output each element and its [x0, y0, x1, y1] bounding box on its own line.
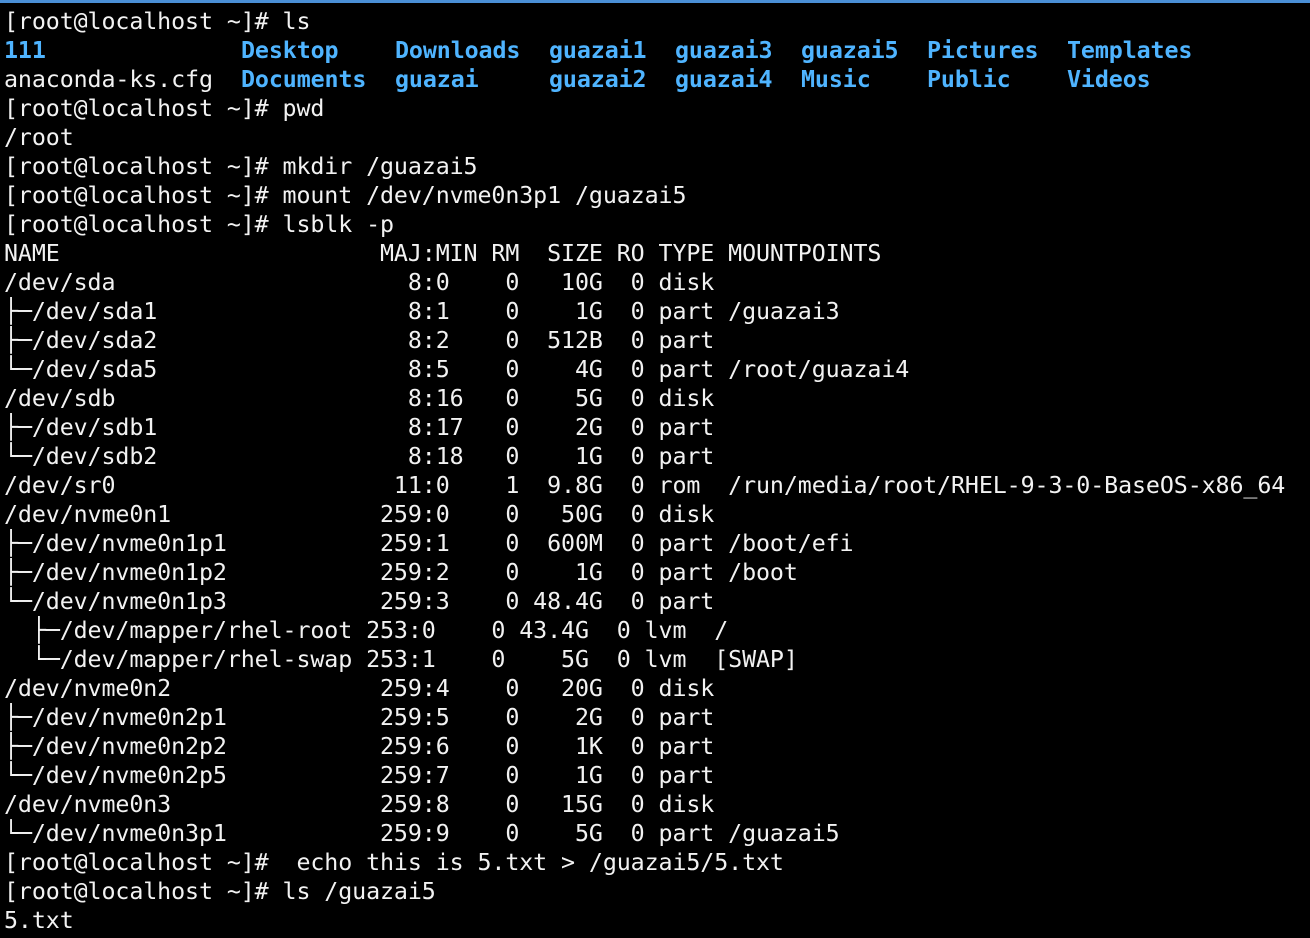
ls-entry-directory: guazai4 [675, 66, 773, 93]
ls-entry-directory: guazai2 [549, 66, 647, 93]
lsblk-row: /dev/sdb 8:16 0 5G 0 disk [4, 385, 729, 412]
lsblk-row: └─/dev/nvme0n1p3 259:3 0 48.4G 0 part [4, 588, 729, 615]
ls-output-row: 111 Desktop Downloads guazai1 guazai3 gu… [4, 36, 1310, 65]
shell-prompt: [root@localhost ~]# [4, 8, 269, 35]
command-line: [root@localhost ~]# pwd [4, 94, 1310, 123]
ls-entry-directory: guazai3 [675, 37, 773, 64]
lsblk-row: └─/dev/mapper/rhel-swap 253:1 0 5G 0 lvm… [4, 646, 798, 673]
ls-entry-directory: Desktop [241, 37, 339, 64]
shell-prompt: [root@localhost ~]# [4, 211, 269, 238]
lsblk-row: /dev/sda 8:0 0 10G 0 disk [4, 269, 729, 296]
command-line: [root@localhost ~]# echo this is 5.txt >… [4, 848, 1310, 877]
lsblk-output: NAME MAJ:MIN RM SIZE RO TYPE MOUNTPOINTS… [4, 239, 1310, 848]
lsblk-row: └─/dev/sdb2 8:18 0 1G 0 part [4, 443, 729, 470]
ls-entry-directory: Documents [241, 66, 367, 93]
command-line: [root@localhost ~]# ls /guazai5 [4, 877, 1310, 906]
shell-prompt: [root@localhost ~]# [4, 153, 269, 180]
ls-entry-directory: Templates [1067, 37, 1193, 64]
pwd-output: /root [4, 124, 74, 151]
lsblk-row: ├─/dev/sda1 8:1 0 1G 0 part /guazai3 [4, 298, 840, 325]
command-line: [root@localhost ~]# mount /dev/nvme0n3p1… [4, 181, 1310, 210]
command-text: pwd [268, 95, 325, 122]
command-line: [root@localhost ~]# lsblk -p [4, 210, 1310, 239]
ls-entry-directory: guazai [395, 66, 479, 93]
ls-entry-directory: Music [801, 66, 871, 93]
ls-entry-directory: 111 [4, 37, 46, 64]
ls-entry-directory: guazai5 [801, 37, 899, 64]
lsblk-row: └─/dev/nvme0n2p5 259:7 0 1G 0 part [4, 762, 729, 789]
ls-entry-directory: Downloads [395, 37, 521, 64]
lsblk-row: /dev/sr0 11:0 1 9.8G 0 rom /run/media/ro… [4, 472, 1286, 499]
ls-entry-directory: Public [927, 66, 1011, 93]
ls-entry-directory: Pictures [927, 37, 1039, 64]
ls-entry-file: anaconda-ks.cfg [4, 66, 213, 93]
lsblk-row: └─/dev/nvme0n3p1 259:9 0 5G 0 part /guaz… [4, 820, 840, 847]
command-line: [root@localhost ~]# ls [4, 7, 1310, 36]
command-text: lsblk -p [268, 211, 395, 238]
command-text: ls /guazai5 [268, 878, 436, 905]
shell-prompt: [root@localhost ~]# [4, 95, 269, 122]
command-text: echo this is 5.txt > /guazai5/5.txt [268, 849, 784, 876]
ls-entry-directory: guazai1 [549, 37, 647, 64]
lsblk-row: └─/dev/sda5 8:5 0 4G 0 part /root/guazai… [4, 356, 910, 383]
command-text: ls [268, 8, 311, 35]
lsblk-row: ├─/dev/sda2 8:2 0 512B 0 part [4, 327, 729, 354]
shell-prompt: [root@localhost ~]# [4, 182, 269, 209]
lsblk-row: ├─/dev/nvme0n1p2 259:2 0 1G 0 part /boot [4, 559, 798, 586]
lsblk-row: /dev/nvme0n3 259:8 0 15G 0 disk [4, 791, 729, 818]
lsblk-row: /dev/nvme0n2 259:4 0 20G 0 disk [4, 675, 729, 702]
lsblk-row: ├─/dev/nvme0n2p2 259:6 0 1K 0 part [4, 733, 729, 760]
command-text: mount /dev/nvme0n3p1 /guazai5 [268, 182, 687, 209]
shell-prompt: [root@localhost ~]# [4, 849, 269, 876]
terminal-window[interactable]: [root@localhost ~]# ls 111 Desktop Downl… [0, 0, 1310, 938]
ls-entry-directory: Videos [1067, 66, 1151, 93]
lsblk-header: NAME MAJ:MIN RM SIZE RO TYPE MOUNTPOINTS [4, 240, 882, 267]
lsblk-row: ├─/dev/sdb1 8:17 0 2G 0 part [4, 414, 729, 441]
lsblk-row: ├─/dev/mapper/rhel-root 253:0 0 43.4G 0 … [4, 617, 729, 644]
ls-guazai5-output: 5.txt [4, 907, 74, 934]
lsblk-row: ├─/dev/nvme0n1p1 259:1 0 600M 0 part /bo… [4, 530, 854, 557]
lsblk-row: /dev/nvme0n1 259:0 0 50G 0 disk [4, 501, 729, 528]
shell-prompt: [root@localhost ~]# [4, 878, 269, 905]
command-text: mkdir /guazai5 [268, 153, 478, 180]
lsblk-row: ├─/dev/nvme0n2p1 259:5 0 2G 0 part [4, 704, 729, 731]
ls-output-row: anaconda-ks.cfg Documents guazai guazai2… [4, 65, 1310, 94]
command-line: [root@localhost ~]# mkdir /guazai5 [4, 152, 1310, 181]
